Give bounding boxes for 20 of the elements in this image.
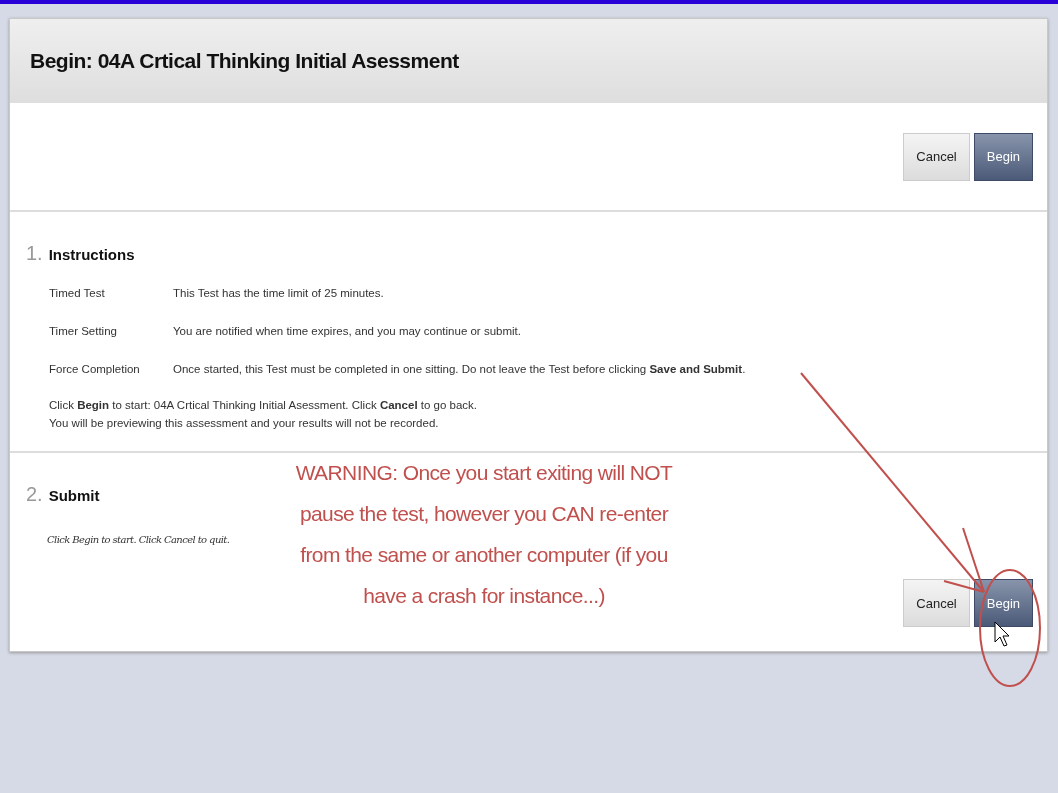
step-number: 2. [26, 483, 43, 506]
page-title: Begin: 04A Crtical Thinking Initial Asessment [30, 49, 459, 73]
cancel-button[interactable]: Cancel [903, 132, 970, 181]
setting-value: You are notified when time expires, and you may continue or submit. [173, 325, 521, 337]
setting-label: Timer Setting [49, 325, 118, 337]
cursor-icon [994, 621, 1010, 647]
warning-text: WARNING: Once you start exiting will NOT pause the test, however you CAN re-enter from the same or another computer (if you have a crash for instance...) [294, 460, 674, 609]
section-title: Submit [48, 487, 100, 504]
cancel-button[interactable]: Cancel [903, 579, 970, 627]
instruction-text: Click Begin to start. Click Cancel to quit. [47, 534, 230, 545]
step-number: 1. [26, 242, 43, 265]
section-title: Instructions [48, 246, 135, 263]
instruction-text: You will be previewing this assessment and your results will not be recorded. [49, 417, 440, 429]
begin-button[interactable]: Begin [973, 579, 1033, 627]
setting-label: Timed Test [49, 287, 106, 299]
instruction-text: Click Begin to start: 04A Crtical Thinking Initial Asessment. Click Cancel to go back. [49, 399, 479, 411]
setting-value: This Test has the time limit of 25 minutes. [173, 287, 384, 299]
begin-button[interactable]: Begin [973, 132, 1033, 181]
setting-value: Once started, this Test must be completed in one sitting. Do not leave the Test before clicking Save and Submit. [173, 363, 746, 375]
setting-label: Force Completion [49, 363, 141, 375]
